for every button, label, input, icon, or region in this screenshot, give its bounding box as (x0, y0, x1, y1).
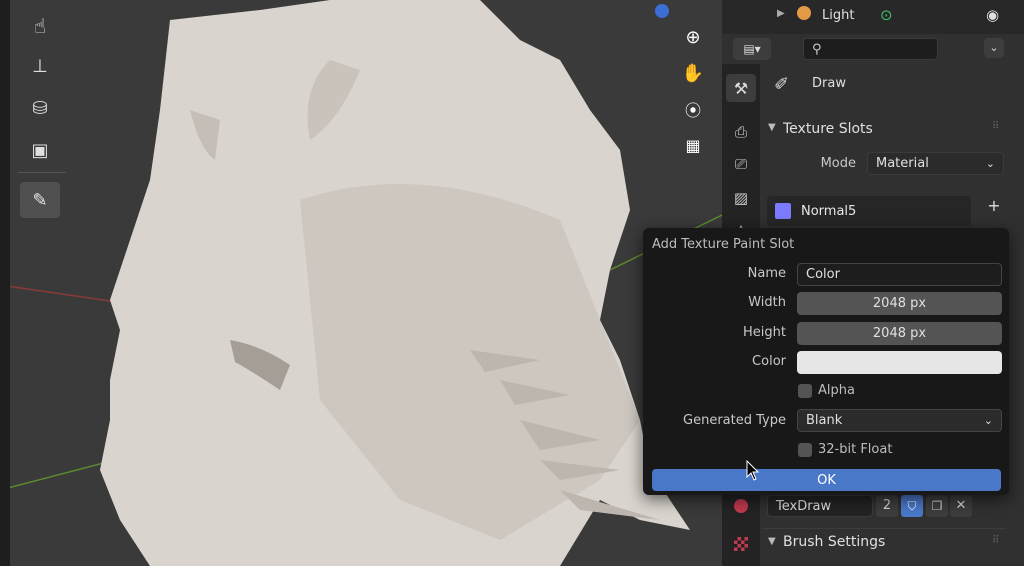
clone-stamp-icon: ⊥ (32, 55, 48, 77)
paint-bucket-icon: ⛁ (32, 97, 48, 119)
slot-swatch (775, 203, 791, 219)
tool-mask[interactable]: ▣ (20, 132, 60, 168)
chevron-down-icon: ⌄ (983, 414, 993, 427)
properties-search-input[interactable]: ⚲ (803, 38, 938, 60)
unlink-texture-button[interactable]: ✕ (950, 495, 972, 517)
brush-settings-header[interactable]: Brush Settings (783, 534, 885, 550)
alpha-label: Alpha (818, 383, 855, 398)
zoom-button[interactable]: ⊕ (676, 20, 710, 54)
expand-arrow-icon[interactable]: ▶ (777, 8, 785, 19)
brush-texture-name-field[interactable]: TexDraw (767, 495, 873, 517)
tab-tool[interactable]: ⚒ (726, 74, 756, 102)
mode-label: Mode (820, 156, 856, 171)
panel-collapse-chevron-icon[interactable]: ▼ (768, 536, 776, 547)
properties-editor-icon: ▤▾ (743, 42, 761, 56)
grid-perspective-icon: ▦ (685, 135, 701, 155)
panel-divider (762, 528, 1006, 529)
active-tool-name: Draw (812, 76, 846, 91)
tab-view-layer[interactable]: ▨ (726, 184, 756, 212)
tool-clone[interactable]: ⊥ (20, 48, 60, 84)
texture-slot-list[interactable]: Normal5 (767, 196, 971, 226)
brush-draw-icon: ✐ (774, 74, 790, 95)
options-dropdown-button[interactable]: ⌄ (984, 38, 1004, 58)
height-field[interactable]: 2048 px (797, 322, 1002, 345)
drag-handle-icon[interactable]: ⠿ (992, 121, 999, 132)
chevron-down-icon: ⌄ (985, 157, 995, 170)
chevron-down-icon: ⌄ (989, 41, 999, 54)
shield-check-icon: ⛉ (907, 499, 917, 513)
tab-material[interactable] (726, 492, 756, 520)
editor-type-selector[interactable]: ▤▾ (733, 38, 771, 60)
drag-handle-icon[interactable]: ⠿ (992, 535, 999, 546)
outliner-panel (722, 0, 1024, 34)
camera-icon: ⦿ (684, 101, 701, 120)
selection-indicator-dot (655, 4, 669, 18)
camera-view-button[interactable]: ⦿ (676, 92, 710, 126)
sculpt-mesh (0, 0, 722, 566)
pan-button[interactable]: ✋ (676, 56, 710, 90)
outliner-item-label[interactable]: Light (822, 8, 854, 23)
tab-render[interactable]: ⎙ (726, 118, 756, 146)
material-sphere-icon (734, 499, 748, 513)
width-field[interactable]: 2048 px (797, 292, 1002, 315)
smear-brush-icon: ☝ (33, 14, 47, 38)
mask-icon: ▣ (31, 139, 49, 161)
ok-button[interactable]: OK (652, 469, 1001, 491)
light-data-icon: ⊙ (880, 6, 893, 24)
dialog-title: Add Texture Paint Slot (652, 237, 795, 252)
light-bulb-icon (797, 6, 811, 20)
float-checkbox[interactable] (798, 443, 812, 457)
panel-collapse-chevron-icon[interactable]: ▼ (768, 122, 776, 133)
color-swatch[interactable] (797, 351, 1002, 374)
printer-icon: ⎚ (734, 155, 747, 173)
tool-smear[interactable]: ☝ (20, 8, 60, 44)
mouse-cursor-icon (746, 460, 760, 481)
generated-type-select[interactable]: Blank ⌄ (797, 409, 1002, 432)
plus-icon: + (987, 196, 1001, 215)
generated-type-label: Generated Type (683, 413, 786, 428)
zoom-magnifier-icon: ⊕ (685, 26, 701, 48)
duplicate-icon: ❐ (931, 499, 943, 513)
toolbar-divider (18, 172, 66, 173)
fake-user-toggle[interactable]: ⛉ (901, 495, 923, 517)
tool-wrench-icon: ⚒ (733, 78, 749, 98)
visibility-eye-icon[interactable]: ◉ (986, 6, 999, 24)
color-label: Color (752, 354, 786, 369)
render-camera-icon: ⎙ (734, 123, 747, 141)
texture-slot-item[interactable]: Normal5 (801, 204, 856, 219)
duplicate-texture-button[interactable]: ❐ (926, 495, 948, 517)
add-texture-slot-button[interactable]: + (984, 196, 1004, 216)
brush-texture-name: TexDraw (776, 498, 832, 514)
3d-viewport[interactable] (0, 0, 722, 566)
alpha-checkbox[interactable] (798, 384, 812, 398)
tab-output[interactable]: ⎚ (726, 150, 756, 178)
checker-texture-icon (734, 537, 748, 551)
tool-fill[interactable]: ⛁ (20, 90, 60, 126)
texture-slots-header[interactable]: Texture Slots (783, 121, 873, 137)
name-label: Name (747, 266, 786, 281)
tool-annotate[interactable]: ✎ (20, 182, 60, 218)
width-label: Width (748, 295, 786, 310)
hand-icon: ✋ (681, 62, 705, 84)
name-input[interactable]: Color (797, 263, 1002, 286)
editor-edge-strip (0, 0, 10, 566)
mode-value: Material (876, 156, 929, 171)
search-icon: ⚲ (812, 41, 822, 57)
float-label: 32-bit Float (818, 442, 893, 457)
mode-select[interactable]: Material ⌄ (867, 152, 1004, 175)
annotate-pencil-icon: ✎ (32, 189, 48, 211)
ortho-toggle-button[interactable]: ▦ (676, 128, 710, 162)
height-label: Height (743, 325, 786, 340)
texture-users-count[interactable]: 2 (876, 495, 898, 517)
close-icon: ✕ (955, 498, 967, 513)
tab-texture[interactable] (726, 530, 756, 558)
generated-type-value: Blank (806, 413, 843, 428)
image-stack-icon: ▨ (733, 189, 749, 207)
